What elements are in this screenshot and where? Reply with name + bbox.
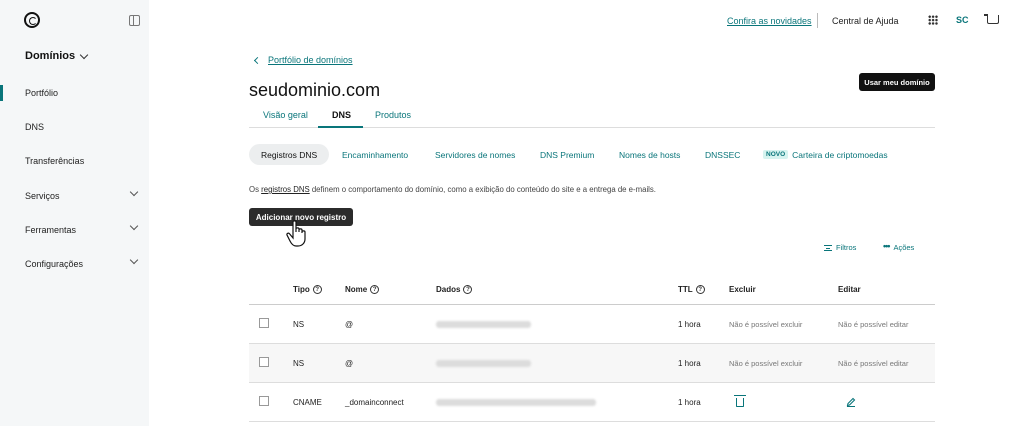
subtab-crypto-wallet[interactable]: NOVO Carteira de criptomoedas bbox=[763, 144, 888, 165]
subtab-hostnames[interactable]: Nomes de hosts bbox=[619, 144, 680, 165]
cell-ttl: 1 hora bbox=[678, 320, 701, 329]
info-icon[interactable]: ? bbox=[370, 285, 380, 294]
active-tab-indicator bbox=[318, 126, 363, 128]
info-icon[interactable]: ? bbox=[312, 285, 322, 294]
column-header-name: Nome ? bbox=[345, 285, 380, 294]
sidebar-item-settings[interactable]: Configurações bbox=[0, 254, 149, 274]
subtab-premium-dns[interactable]: DNS Premium bbox=[540, 144, 594, 165]
filters-button[interactable]: Filtros bbox=[824, 243, 856, 252]
column-header-edit: Editar bbox=[838, 285, 861, 294]
subtab-label: Carteira de criptomoedas bbox=[792, 149, 888, 160]
column-header-type: Tipo ? bbox=[293, 285, 322, 294]
cell-data-redacted bbox=[436, 321, 531, 328]
cell-edit: Não é possível editar bbox=[838, 320, 909, 329]
subtab-dnssec[interactable]: DNSSEC bbox=[705, 144, 740, 165]
description-text: definem o comportamento do domínio, como… bbox=[309, 185, 656, 194]
godaddy-logo-icon[interactable] bbox=[24, 12, 40, 28]
description-text: Os bbox=[249, 185, 262, 194]
tab-products[interactable]: Produtos bbox=[375, 110, 411, 120]
pencil-icon[interactable] bbox=[846, 397, 856, 407]
actions-label: Ações bbox=[893, 243, 915, 252]
cart-icon[interactable] bbox=[984, 14, 999, 24]
table-row: CNAME _domainconnect 1 hora bbox=[249, 383, 935, 422]
dns-records-table: Tipo ? Nome ? Dados ? TTL ? Excluir Edit… bbox=[249, 279, 935, 422]
dns-records-link[interactable]: registros DNS bbox=[261, 185, 310, 194]
column-header-ttl: TTL ? bbox=[678, 285, 705, 294]
sidebar-item-label: Configurações bbox=[25, 259, 84, 269]
info-icon[interactable]: ? bbox=[695, 285, 705, 294]
header-label: Nome bbox=[345, 285, 368, 294]
sidebar-item-label: Portfólio bbox=[25, 88, 59, 98]
cell-type: NS bbox=[293, 320, 305, 329]
dns-description: Os registros DNS definem o comportamento… bbox=[249, 185, 656, 194]
chevron-down-icon bbox=[129, 255, 139, 265]
header-label: Tipo bbox=[293, 285, 310, 294]
help-center-link[interactable]: Central de Ajuda bbox=[832, 16, 899, 26]
cell-delete: Não é possível excluir bbox=[729, 359, 803, 368]
tab-bar: Visão geral DNS Produtos bbox=[249, 106, 935, 128]
cell-name: @ bbox=[345, 359, 354, 368]
chevron-down-icon bbox=[129, 187, 139, 197]
chevron-down-icon bbox=[129, 221, 139, 231]
row-checkbox[interactable] bbox=[259, 318, 269, 328]
cell-data-redacted bbox=[436, 399, 596, 406]
column-header-delete: Excluir bbox=[729, 285, 756, 294]
cell-data-redacted bbox=[436, 360, 531, 367]
tab-dns[interactable]: DNS bbox=[332, 110, 351, 120]
hand-cursor-icon bbox=[286, 220, 306, 247]
sidebar-item-label: Serviços bbox=[25, 191, 60, 201]
chevron-left-icon bbox=[253, 56, 262, 64]
cell-ttl: 1 hora bbox=[678, 398, 701, 407]
tab-overview[interactable]: Visão geral bbox=[263, 110, 308, 120]
sidebar-item-services[interactable]: Serviços bbox=[0, 186, 149, 206]
row-checkbox[interactable] bbox=[259, 396, 269, 406]
header-label: Dados bbox=[436, 285, 461, 294]
apps-grid-icon[interactable] bbox=[928, 15, 938, 25]
sidebar-item-label: Ferramentas bbox=[25, 225, 77, 235]
filter-icon bbox=[824, 244, 832, 251]
chevron-down-icon bbox=[79, 50, 89, 59]
actions-button[interactable]: ••• Ações bbox=[883, 241, 915, 252]
column-header-data: Dados ? bbox=[436, 285, 473, 294]
new-badge: NOVO bbox=[763, 150, 789, 159]
cell-delete: Não é possível excluir bbox=[729, 320, 803, 329]
subtab-forwarding[interactable]: Encaminhamento bbox=[342, 144, 408, 165]
header-label: TTL bbox=[678, 285, 693, 294]
row-checkbox[interactable] bbox=[259, 357, 269, 367]
domains-menu-header[interactable]: Domínios bbox=[25, 50, 89, 62]
cell-ttl: 1 hora bbox=[678, 359, 701, 368]
sidebar-item-transfers[interactable]: Transferências bbox=[0, 151, 149, 171]
trash-icon[interactable] bbox=[734, 395, 746, 407]
use-my-domain-button[interactable]: Usar meu domínio bbox=[859, 73, 935, 91]
cell-edit: Não é possível editar bbox=[838, 359, 909, 368]
sidebar-item-label: DNS bbox=[25, 122, 45, 132]
table-row: NS @ 1 hora Não é possível excluir Não é… bbox=[249, 344, 935, 383]
table-header: Tipo ? Nome ? Dados ? TTL ? Excluir Edit… bbox=[249, 279, 935, 305]
subtab-dns-records[interactable]: Registros DNS bbox=[249, 144, 330, 165]
more-dots-icon: ••• bbox=[883, 241, 891, 251]
avatar[interactable]: SC bbox=[956, 15, 969, 25]
cell-type: CNAME bbox=[293, 398, 322, 407]
sidebar-item-label: Transferências bbox=[25, 156, 85, 166]
collapse-sidebar-icon[interactable] bbox=[129, 15, 140, 26]
filters-label: Filtros bbox=[836, 243, 857, 252]
cell-type: NS bbox=[293, 359, 305, 368]
cell-name: _domainconnect bbox=[345, 398, 404, 407]
page-title: seudominio.com bbox=[249, 80, 381, 100]
breadcrumb[interactable]: Portfólio de domínios bbox=[253, 55, 353, 65]
breadcrumb-portfolio-link[interactable]: Portfólio de domínios bbox=[268, 55, 353, 65]
domains-label: Domínios bbox=[25, 50, 76, 62]
divider bbox=[817, 13, 818, 28]
cell-name: @ bbox=[345, 320, 354, 329]
whats-new-link[interactable]: Confira as novidades bbox=[727, 16, 812, 26]
subtab-nameservers[interactable]: Servidores de nomes bbox=[435, 144, 515, 165]
sidebar-item-portfolio[interactable]: Portfólio bbox=[0, 83, 149, 103]
sidebar-item-tools[interactable]: Ferramentas bbox=[0, 220, 149, 240]
table-row: NS @ 1 hora Não é possível excluir Não é… bbox=[249, 305, 935, 344]
sidebar: Domínios Portfólio DNS Transferências Se… bbox=[0, 0, 149, 426]
sidebar-item-dns[interactable]: DNS bbox=[0, 117, 149, 137]
info-icon[interactable]: ? bbox=[463, 285, 473, 294]
